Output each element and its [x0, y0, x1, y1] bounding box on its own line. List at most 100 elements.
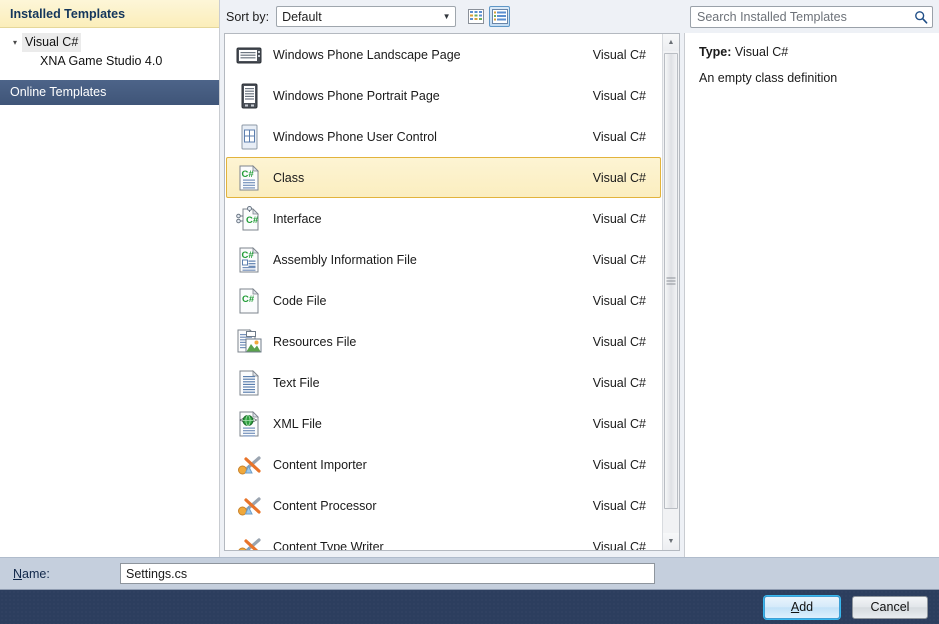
template-name: Content Processor — [273, 498, 377, 513]
search-icon[interactable] — [910, 10, 932, 24]
template-language: Visual C# — [592, 498, 646, 513]
template-list-item[interactable]: < > XML File Visual C# — [226, 403, 661, 444]
template-name: Class — [273, 170, 305, 185]
sort-toolbar: Sort by: Default ▼ — [220, 0, 684, 33]
svg-text:C#: C# — [242, 250, 255, 261]
chevron-down-icon: ▼ — [442, 11, 451, 21]
template-language: Visual C# — [592, 252, 646, 267]
template-list-item[interactable]: Windows Phone Portrait Page Visual C# — [226, 75, 661, 116]
chevron-expanded-icon[interactable]: ▾ — [8, 33, 22, 52]
template-language: Visual C# — [592, 457, 646, 472]
phone-portrait-icon — [235, 82, 263, 110]
svg-text:>: > — [253, 417, 257, 424]
template-list-item[interactable]: Text File Visual C# — [226, 362, 661, 403]
template-language: Visual C# — [592, 129, 646, 144]
template-name: Windows Phone Landscape Page — [273, 47, 461, 62]
template-list-item[interactable]: C# Class Visual C# — [226, 157, 661, 198]
template-name: Code File — [273, 293, 327, 308]
add-button[interactable]: Add — [764, 595, 840, 619]
view-mode-buttons — [465, 6, 511, 27]
search-input[interactable] — [691, 9, 910, 25]
tree-node-visual-csharp[interactable]: ▾ Visual C# — [0, 33, 219, 52]
content-pipeline-icon — [238, 455, 261, 474]
template-name: Interface — [273, 211, 322, 226]
template-language: Visual C# — [592, 375, 646, 390]
content-pipeline-icon — [238, 496, 261, 515]
tree-node-label: Visual C# — [22, 33, 82, 52]
phone-landscape-icon — [236, 47, 262, 63]
template-name: Content Importer — [273, 457, 367, 472]
tree-node-xna-game-studio[interactable]: XNA Game Studio 4.0 — [0, 52, 219, 71]
scroll-down-arrow-icon[interactable]: ▼ — [663, 533, 679, 550]
dialog-button-bar: Add Cancel — [0, 589, 939, 624]
template-language: Visual C# — [592, 416, 646, 431]
template-list-item[interactable]: Resources File Visual C# — [226, 321, 661, 362]
name-bar: Name: — [0, 557, 939, 589]
resources-file-icon — [235, 328, 263, 356]
template-name: Resources File — [273, 334, 357, 349]
template-language: Visual C# — [592, 88, 646, 103]
add-button-rest: dd — [799, 600, 814, 614]
csharp-class-icon: C# — [235, 164, 263, 192]
name-label-rest: ame: — [22, 566, 50, 581]
template-list[interactable]: Windows Phone Landscape Page Visual C# Wi… — [225, 34, 662, 550]
csharp-assemblyinfo-icon: C# — [239, 246, 259, 272]
template-list-item[interactable]: C# Interface Visual C# — [226, 198, 661, 239]
template-list-item[interactable]: C# Code File Visual C# — [226, 280, 661, 321]
sort-by-label: Sort by: — [226, 9, 270, 24]
installed-templates-sidebar: Installed Templates ▾ Visual C# XNA Game… — [0, 0, 220, 557]
phone-landscape-icon — [235, 41, 263, 69]
template-name: Content Type Writer — [273, 539, 384, 551]
template-language: Visual C# — [592, 539, 646, 551]
content-pipeline-icon — [235, 492, 263, 520]
list-view-button[interactable] — [489, 6, 511, 27]
csharp-codefile-icon: C# — [235, 287, 263, 315]
sort-by-value: Default — [282, 9, 322, 24]
template-list-item[interactable]: Content Importer Visual C# — [226, 444, 661, 485]
template-name: Text File — [273, 375, 320, 390]
template-list-item[interactable]: Content Type Writer Visual C# — [226, 526, 661, 550]
template-list-item[interactable]: Windows Phone Landscape Page Visual C# — [226, 34, 661, 75]
csharp-class-icon: C# — [239, 164, 259, 190]
name-input[interactable] — [120, 563, 655, 584]
scrollbar-grip-icon — [666, 276, 676, 287]
template-language: Visual C# — [592, 47, 646, 62]
csharp-codefile-icon: C# — [239, 287, 259, 313]
template-name: Windows Phone Portrait Page — [273, 88, 440, 103]
svg-text:C#: C# — [242, 169, 255, 180]
scrollbar-thumb[interactable] — [664, 53, 678, 509]
cancel-button[interactable]: Cancel — [852, 595, 928, 619]
search-box[interactable] — [690, 6, 933, 28]
content-pipeline-icon — [235, 533, 263, 550]
text-file-icon — [235, 369, 263, 397]
template-list-scrollbar[interactable]: ▲ ▼ — [662, 34, 679, 550]
name-label: Name: — [0, 567, 120, 581]
name-label-accel: N — [13, 566, 23, 581]
scrollbar-track[interactable] — [663, 51, 679, 533]
phone-portrait-icon — [241, 83, 258, 108]
template-name: XML File — [273, 416, 322, 431]
template-language: Visual C# — [592, 334, 646, 349]
text-file-icon — [239, 369, 259, 395]
svg-text:C#: C# — [246, 215, 259, 226]
sort-by-dropdown[interactable]: Default ▼ — [276, 6, 457, 27]
content-pipeline-icon — [238, 537, 261, 550]
template-name: Assembly Information File — [273, 252, 417, 267]
template-category-tree: ▾ Visual C# XNA Game Studio 4.0 — [0, 28, 219, 71]
template-list-container: Windows Phone Landscape Page Visual C# Wi… — [224, 33, 680, 551]
scroll-up-arrow-icon[interactable]: ▲ — [663, 34, 679, 51]
templates-column: Sort by: Default ▼ Windows Phone Landsca… — [220, 0, 684, 557]
template-list-item[interactable]: C# Assembly Information File Visual C# — [226, 239, 661, 280]
sidebar-item-online-templates[interactable]: Online Templates — [0, 80, 219, 105]
content-pipeline-icon — [235, 451, 263, 479]
svg-text:<: < — [240, 417, 244, 424]
detail-description: An empty class definition — [699, 71, 838, 85]
medium-icons-icon — [467, 9, 484, 24]
dialog-body: Installed Templates ▾ Visual C# XNA Game… — [0, 0, 939, 557]
phone-usercontrol-icon — [241, 124, 258, 149]
template-list-item[interactable]: Content Processor Visual C# — [226, 485, 661, 526]
add-button-accel: A — [790, 600, 800, 614]
medium-icons-view-button[interactable] — [465, 6, 486, 27]
resources-file-icon — [237, 328, 262, 352]
template-list-item[interactable]: Windows Phone User Control Visual C# — [226, 116, 661, 157]
